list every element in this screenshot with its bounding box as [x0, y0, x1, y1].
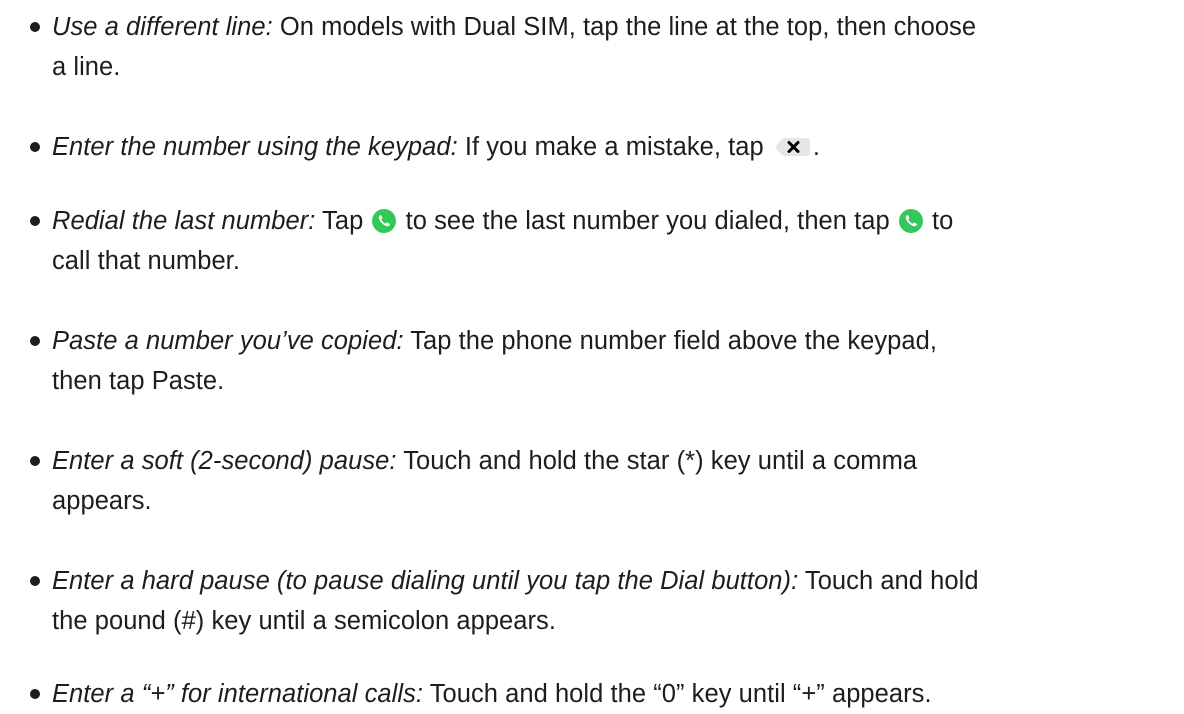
tip-term: Redial the last number: — [52, 207, 316, 235]
tip-term: Paste a number you’ve copied: — [52, 327, 404, 355]
tip-text-continued: appears. — [52, 487, 152, 515]
tip-text-continued: then tap Paste. — [52, 367, 225, 395]
tip-term: Enter a “+” for international calls: — [52, 680, 424, 708]
tip-text-middle: to see the last number you dialed, then … — [405, 207, 890, 235]
delete-key-icon — [773, 135, 813, 159]
tip-text-continued: the pound (#) key until a semicolon appe… — [52, 607, 556, 635]
bullet — [30, 216, 40, 226]
tip-text: Touch and hold the star (*) key until a … — [396, 447, 918, 475]
bullet — [30, 689, 40, 699]
tip-term: Enter a hard pause (to pause dialing unt… — [52, 567, 799, 595]
tip-text: Tap the phone number field above the key… — [403, 327, 937, 355]
bullet — [30, 142, 40, 152]
call-button-icon — [372, 209, 397, 233]
tip-text: If you make a mistake, tap — [457, 133, 764, 161]
tip-text-end: . — [812, 133, 821, 161]
bullet — [30, 22, 40, 32]
bullet — [30, 456, 40, 466]
tip-term: Enter the number using the keypad: — [52, 133, 458, 161]
bullet — [30, 336, 40, 346]
call-button-icon — [898, 209, 923, 233]
tip-text-end: to — [932, 207, 954, 235]
tip-term: Use a different line: — [52, 13, 273, 41]
tip-text-continued: a line. — [52, 53, 121, 81]
tip-term: Enter a soft (2-second) pause: — [52, 447, 397, 475]
bullet — [30, 576, 40, 586]
tip-text: Touch and hold — [798, 567, 979, 595]
tip-text: On models with Dual SIM, tap the line at… — [272, 13, 977, 41]
tip-text: Touch and hold the “0” key until “+” app… — [423, 680, 932, 708]
tip-text-continued: call that number. — [52, 247, 240, 275]
tip-text: Tap — [315, 207, 364, 235]
